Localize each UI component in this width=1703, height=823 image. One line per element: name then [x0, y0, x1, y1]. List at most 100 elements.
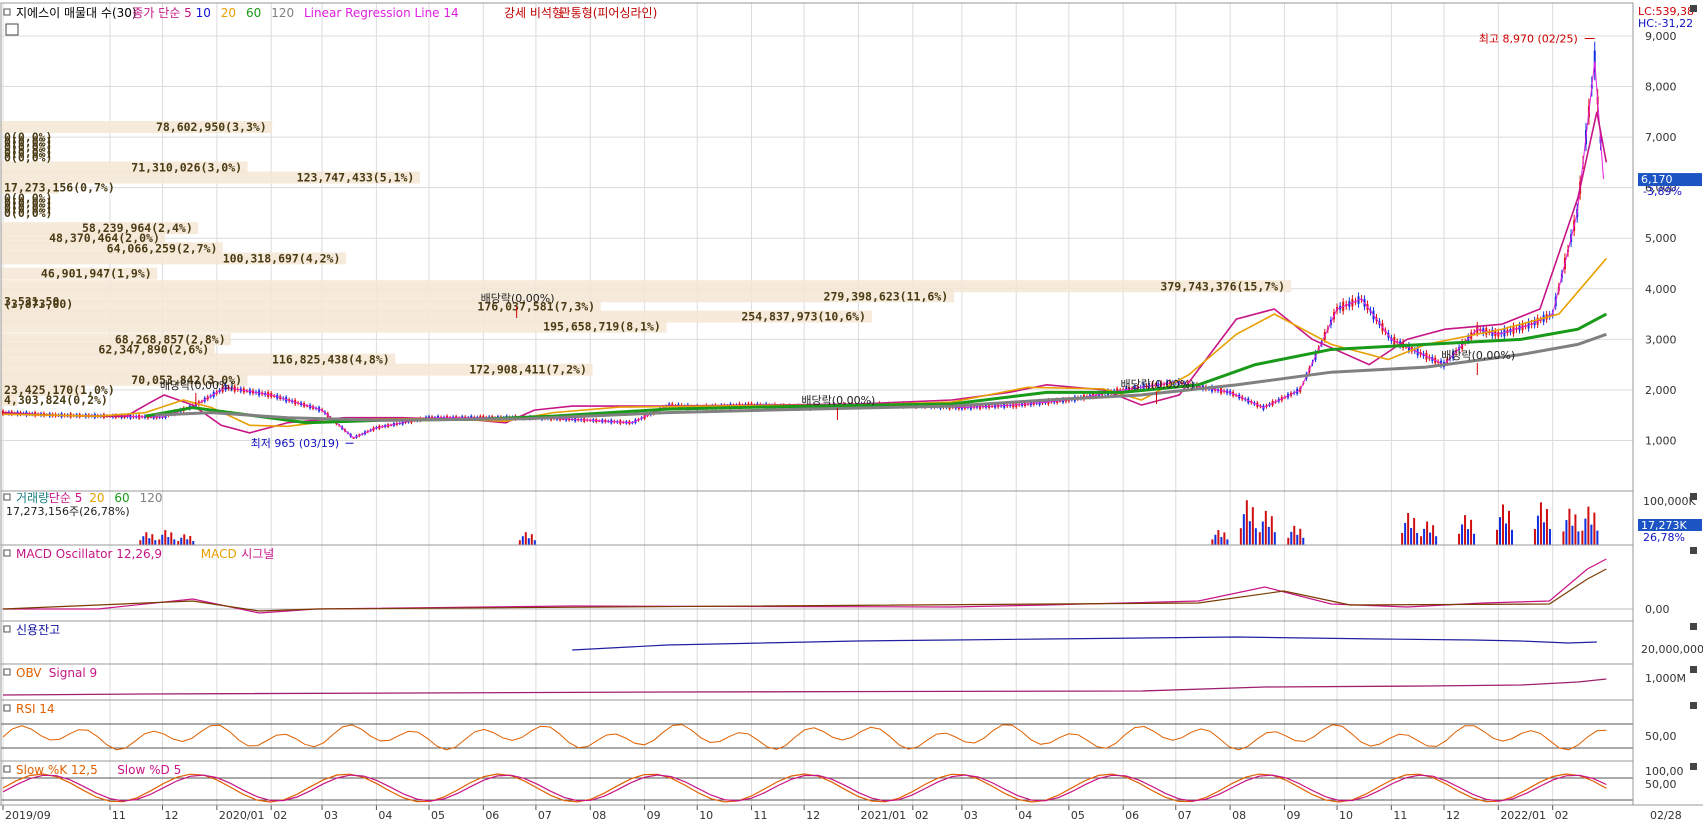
x-tick-label: 06	[1125, 809, 1139, 822]
volume-bar	[1577, 531, 1580, 545]
volume-profile-label: 254,837,973(10,6%)	[741, 310, 866, 324]
volume-bar	[1270, 516, 1273, 545]
panel-frame	[0, 490, 1634, 546]
volume-bar	[1571, 525, 1574, 545]
volume-bar	[1302, 537, 1305, 545]
x-tick-label: 12	[165, 809, 179, 822]
dividend-label: 배당락(0,00%)	[1441, 349, 1515, 362]
price-y-tick: 4,000	[1645, 283, 1677, 296]
x-tick-label: 02	[273, 809, 287, 822]
legend-item: 10	[196, 6, 211, 20]
volume-bar	[142, 536, 145, 545]
volume-bar	[1584, 518, 1587, 545]
volume-bar	[186, 539, 189, 545]
volume-profile-label: 46,901,947(1,9%)	[41, 267, 152, 281]
volume-bar	[170, 532, 173, 545]
volume-bar	[521, 536, 524, 545]
credit-line	[572, 636, 1597, 651]
volume-bar	[1404, 523, 1407, 545]
volume-bar	[1587, 506, 1590, 545]
volume-bar	[1420, 536, 1423, 545]
volume-profile-label: 64,066,259(2,7%)	[107, 241, 218, 255]
volume-bar	[158, 539, 161, 545]
volume-bar	[173, 539, 176, 545]
table-icon[interactable]	[5, 23, 19, 36]
volume-bar	[533, 540, 536, 545]
legend-item: 강세 비석형	[504, 6, 563, 20]
volume-profile-label: 116,825,438(4,8%)	[272, 353, 390, 367]
high-label: 최고 8,970 (02/25)	[1479, 33, 1578, 46]
volume-bar	[1226, 539, 1229, 545]
x-tick-label: 12	[806, 809, 820, 822]
volume-bar	[1410, 528, 1413, 545]
volume-bar	[1251, 507, 1254, 545]
volume-bar	[1458, 533, 1461, 545]
x-tick-label: 03	[324, 809, 338, 822]
volume-bar	[180, 537, 183, 545]
volume-bar	[1473, 533, 1476, 545]
volume-bar	[1461, 524, 1464, 545]
legend-item: 단순 5	[49, 491, 83, 505]
legend-item: Signal 9	[49, 666, 97, 680]
rsi-line	[2, 724, 1607, 751]
volume-bar	[530, 534, 533, 545]
volume-bar	[1267, 526, 1270, 545]
volume-bar	[1504, 523, 1507, 545]
volume-bar	[154, 540, 157, 545]
volume-bar	[145, 532, 148, 545]
panel-maximize-icon[interactable]	[1690, 547, 1697, 554]
x-tick-label: 04	[1018, 809, 1032, 822]
stock-chart[interactable]: 2019/09 11 12 2020/01 02 03 04 05 06 07 08 09 10 11 12…	[0, 0, 1703, 823]
volume-profile-label: 379,743,376(15,7%)	[1160, 279, 1285, 293]
macd-y-tick: 0,00	[1645, 603, 1670, 616]
legend-item: Slow %K 12,5	[16, 763, 98, 777]
legend-item: 관통형(피어싱라인)	[560, 6, 658, 20]
volume-bar	[1539, 502, 1542, 545]
panel-maximize-icon[interactable]	[1690, 666, 1697, 673]
volume-bar	[1296, 534, 1299, 545]
panel-maximize-icon[interactable]	[1690, 763, 1697, 770]
volume-bar	[1401, 533, 1404, 545]
panel-frame	[0, 760, 1634, 806]
volume-bar	[1299, 528, 1302, 545]
legend-marker	[3, 704, 11, 712]
legend-item: 지에스이 매물대 수(30)	[16, 6, 137, 20]
volume-profile-label: 100,318,697(4,2%)	[223, 251, 341, 265]
x-tick-label: 2022/01	[1500, 809, 1546, 822]
volume-bar	[1545, 509, 1548, 545]
legend-item: 시그널	[241, 547, 274, 561]
x-tick-label: 2019/09	[5, 809, 51, 822]
price-y-tick: 7,000	[1645, 131, 1677, 144]
legend-marker	[3, 625, 11, 633]
x-tick-label: 06	[485, 809, 499, 822]
panel-maximize-icon[interactable]	[1690, 623, 1697, 630]
volume-bar	[1574, 514, 1577, 545]
volume-bar	[1565, 520, 1568, 545]
x-tick-label: 11	[754, 809, 768, 822]
volume-bar	[1248, 521, 1251, 545]
panel-maximize-icon[interactable]	[1690, 702, 1697, 709]
volume-bar	[1242, 514, 1245, 545]
legend-item: Linear Regression Line 14	[304, 6, 459, 20]
volume-bar	[161, 534, 164, 545]
panel-maximize-icon[interactable]	[1690, 5, 1697, 12]
volume-bar	[1429, 532, 1432, 545]
legend-item: 거래량	[16, 491, 49, 505]
volume-bar	[1507, 510, 1510, 545]
volume-bar	[1258, 532, 1261, 545]
volume-bar	[1581, 530, 1584, 545]
stoch-y-tick: 100,00	[1645, 765, 1684, 778]
volume-bar	[1217, 530, 1220, 545]
obv-y-tick: 1,000M	[1645, 672, 1686, 685]
dividend-label: 배당락(0,00%)	[801, 394, 875, 407]
panel-frame	[0, 2, 1634, 492]
obv-line	[2, 678, 1607, 696]
x-tick-label: 11	[112, 809, 126, 822]
legend-item: 120	[271, 6, 294, 20]
volume-profile-label: 4,303,824(0,2%)	[4, 393, 108, 407]
volume-bar	[1510, 529, 1513, 545]
hc-label: HC:-31,22	[1638, 17, 1693, 30]
panel-maximize-icon[interactable]	[1690, 493, 1697, 500]
volume-bar	[1467, 529, 1470, 545]
current-change: -3,89%	[1643, 185, 1682, 198]
